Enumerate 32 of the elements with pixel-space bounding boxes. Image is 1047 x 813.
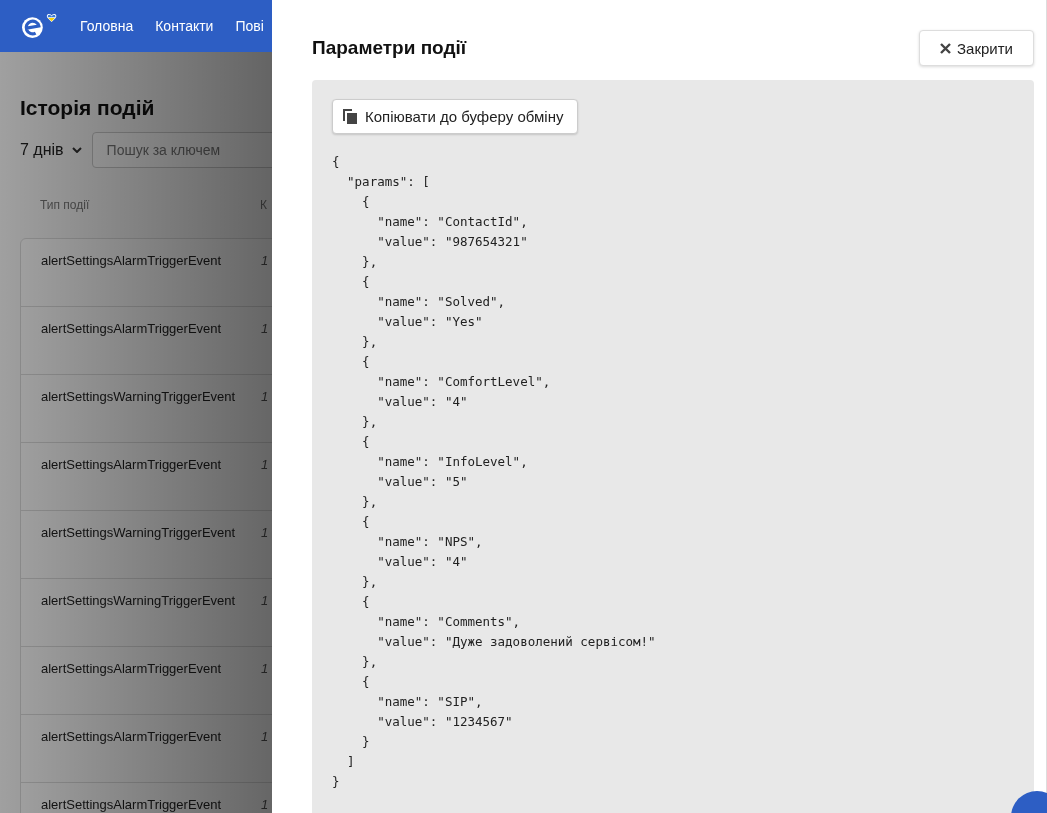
- copy-button[interactable]: Копіювати до буферу обміну: [332, 99, 579, 134]
- table-cell-text: 1: [261, 321, 270, 338]
- table-cell-text: alertSettingsAlarmTriggerEvent: [41, 797, 223, 813]
- table-cell-text: alertSettingsWarningTriggerEvent: [41, 389, 237, 406]
- chevron-down-icon: [71, 147, 82, 153]
- table-cell-text: 1: [261, 729, 270, 746]
- table-cell-text: alertSettingsAlarmTriggerEvent: [41, 457, 223, 474]
- json-code: { "params": [ { "name": "ContactId", "value": "987654321" }, { "name": "Solved", "value": "Yes" }, { "name": "ComfortLevel", "value": "4" }, { "name": "InfoLevel", "value": "5" }, { "name": "NPS", "value": "4" }, { "name": "Comments", "value": "Дуже задоволений сервісом!" }, { "name": "SIP", "value": "1234567" } ] }: [332, 153, 657, 791]
- close-button[interactable]: Закрити: [919, 30, 1034, 66]
- table-cell-text: 1: [261, 525, 270, 542]
- search-field[interactable]: Пошук за ключем: [91, 132, 272, 168]
- table-cell-text: alertSettingsWarningTriggerEvent: [41, 593, 237, 610]
- table-cell-text: 1: [261, 593, 270, 610]
- nav-link[interactable]: Пові: [235, 18, 264, 34]
- column-header: Тип події: [40, 198, 91, 212]
- table-cell-text: 1: [261, 661, 270, 678]
- table-cell-text: 1: [261, 253, 270, 270]
- period-dropdown[interactable]: 7 днів: [20, 141, 82, 159]
- drawer-title: Параметри події: [312, 37, 467, 59]
- close-icon: [940, 42, 952, 54]
- nav-link[interactable]: Головна: [80, 18, 134, 34]
- table-cell-text: 1: [261, 797, 270, 813]
- table-cell-text: alertSettingsAlarmTriggerEvent: [41, 253, 223, 270]
- table-cell-text: 1: [261, 389, 270, 406]
- nav-link[interactable]: Контакти: [155, 18, 214, 34]
- table-cell-text: alertSettingsAlarmTriggerEvent: [41, 661, 223, 678]
- table-cell-text: 1: [261, 457, 270, 474]
- table-cell-text: alertSettingsAlarmTriggerEvent: [41, 321, 223, 338]
- table-cell-text: alertSettingsAlarmTriggerEvent: [41, 729, 223, 746]
- copy-icon: [343, 109, 357, 124]
- table-cell-text: alertSettingsWarningTriggerEvent: [41, 525, 237, 542]
- page-title: Історія подій: [20, 96, 156, 120]
